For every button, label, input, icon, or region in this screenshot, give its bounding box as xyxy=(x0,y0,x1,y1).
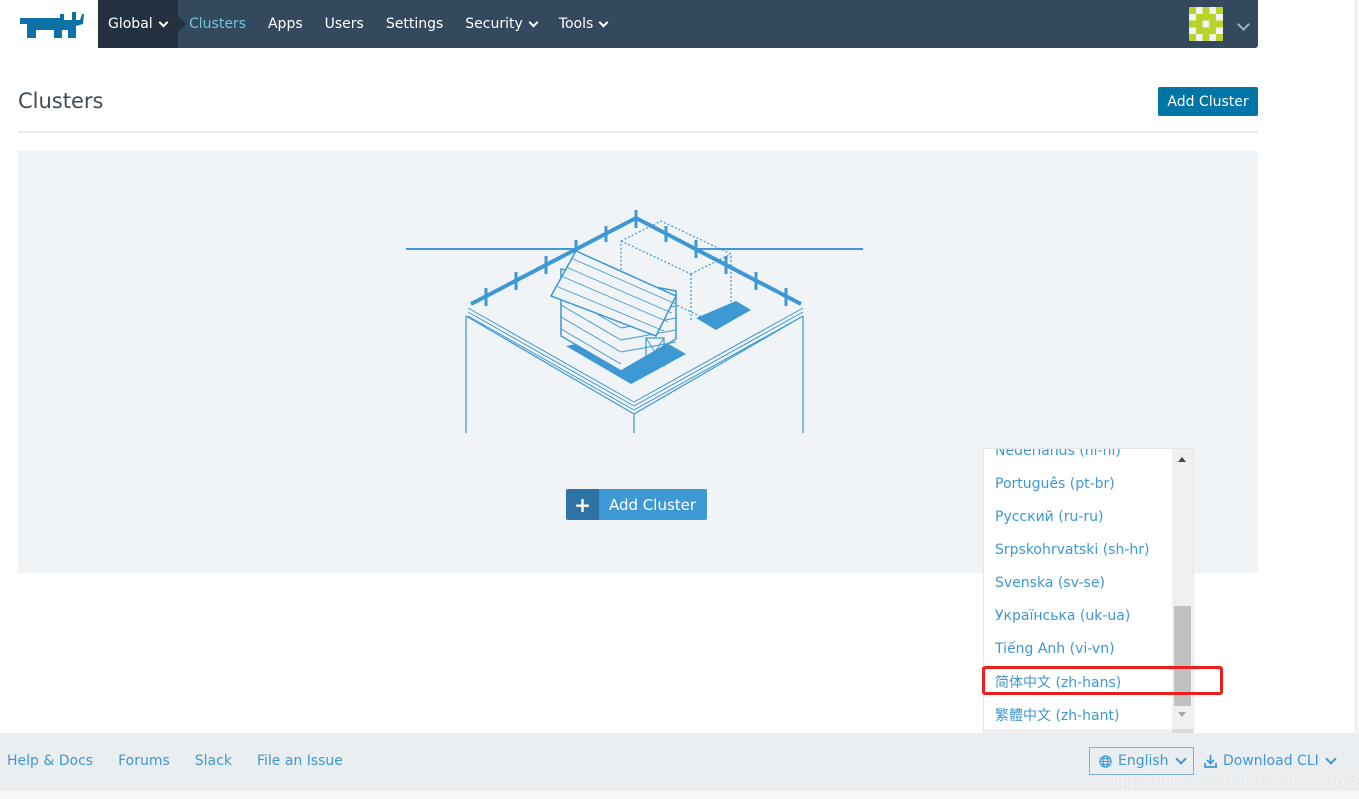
global-scope-dropdown[interactable]: Global xyxy=(98,0,186,48)
nav-security[interactable]: Security xyxy=(465,16,539,32)
language-option-sv-se[interactable]: Svenska (sv-se) xyxy=(984,566,1172,599)
language-option-sh-hr[interactable]: Srpskohrvatski (sh-hr) xyxy=(984,533,1172,566)
add-cluster-label: Add Cluster xyxy=(599,489,708,520)
nav-label: Clusters xyxy=(189,16,246,32)
language-list: Nederlands (nl-nl) Português (pt-br) Рус… xyxy=(984,449,1172,731)
download-icon xyxy=(1204,755,1217,768)
nav-users[interactable]: Users xyxy=(325,16,364,32)
nav-label: Security xyxy=(465,16,523,32)
chevron-down-icon xyxy=(1174,753,1187,765)
language-option-zh-hans[interactable]: 简体中文 (zh-hans) xyxy=(984,665,1172,698)
watermark-text: https://blog.csdn.net/a1041646584 xyxy=(1106,772,1359,791)
page-title: Clusters xyxy=(18,89,104,113)
scroll-down-arrow-icon[interactable] xyxy=(1178,712,1186,717)
language-option-zh-hant[interactable]: 繁體中文 (zh-hant) xyxy=(984,698,1172,731)
nav-apps[interactable]: Apps xyxy=(268,16,303,32)
vertical-scrollbar[interactable] xyxy=(1172,449,1193,729)
global-label: Global xyxy=(108,16,153,32)
language-option-uk-ua[interactable]: Українська (uk-ua) xyxy=(984,599,1172,632)
language-dropdown-menu[interactable]: Nederlands (nl-nl) Português (pt-br) Рус… xyxy=(983,448,1194,746)
globe-icon xyxy=(1099,754,1112,768)
add-cluster-button[interactable]: Add Cluster xyxy=(1158,87,1258,116)
chevron-down-icon xyxy=(1325,753,1337,765)
top-header: Global Clusters Apps Users Settings Secu… xyxy=(0,0,1258,48)
footer-link-slack[interactable]: Slack xyxy=(195,753,232,769)
farm-illustration xyxy=(406,210,863,433)
user-menu-toggle[interactable] xyxy=(1232,14,1250,33)
footer-link-forums[interactable]: Forums xyxy=(118,753,170,769)
rancher-logo-icon xyxy=(20,12,84,38)
language-option-vi-vn[interactable]: Tiếng Anh (vi-vn) xyxy=(984,632,1172,665)
main-nav: Global Clusters Apps Users Settings Secu… xyxy=(98,0,1258,48)
header-divider xyxy=(18,131,1258,133)
download-cli-label: Download CLI xyxy=(1223,753,1319,769)
nav-label: Users xyxy=(324,16,364,32)
chevron-down-icon xyxy=(598,17,609,27)
chevron-down-icon xyxy=(158,17,169,27)
page-scrollbar[interactable] xyxy=(1355,0,1359,733)
scroll-up-arrow-icon[interactable] xyxy=(1178,457,1186,462)
scrollbar-thumb[interactable] xyxy=(1174,606,1191,706)
plus-icon: + xyxy=(566,489,599,520)
nav-settings[interactable]: Settings xyxy=(386,16,443,32)
language-option-nl-nl[interactable]: Nederlands (nl-nl) xyxy=(984,449,1172,467)
nav-label: Apps xyxy=(267,16,303,32)
language-selector-button[interactable]: English xyxy=(1089,747,1194,775)
nav-tools[interactable]: Tools xyxy=(558,16,609,32)
footer-link-help-docs[interactable]: Help & Docs xyxy=(7,753,93,769)
language-option-pt-br[interactable]: Português (pt-br) xyxy=(984,467,1172,500)
bottom-strip xyxy=(0,791,1359,799)
footer-link-file-issue[interactable]: File an Issue xyxy=(257,753,343,769)
logo-link[interactable] xyxy=(0,0,98,48)
chevron-down-icon xyxy=(1237,18,1250,31)
user-avatar[interactable] xyxy=(1189,7,1223,41)
nav-clusters[interactable]: Clusters xyxy=(189,16,246,32)
language-option-ru-ru[interactable]: Русский (ru-ru) xyxy=(984,500,1172,533)
download-cli-button[interactable]: Download CLI xyxy=(1204,747,1337,775)
add-cluster-empty-button[interactable]: + Add Cluster xyxy=(566,489,708,520)
nav-label: Tools xyxy=(558,16,594,32)
nav-label: Settings xyxy=(385,16,444,32)
chevron-down-icon xyxy=(528,17,539,27)
language-selector-label: English xyxy=(1118,753,1169,769)
